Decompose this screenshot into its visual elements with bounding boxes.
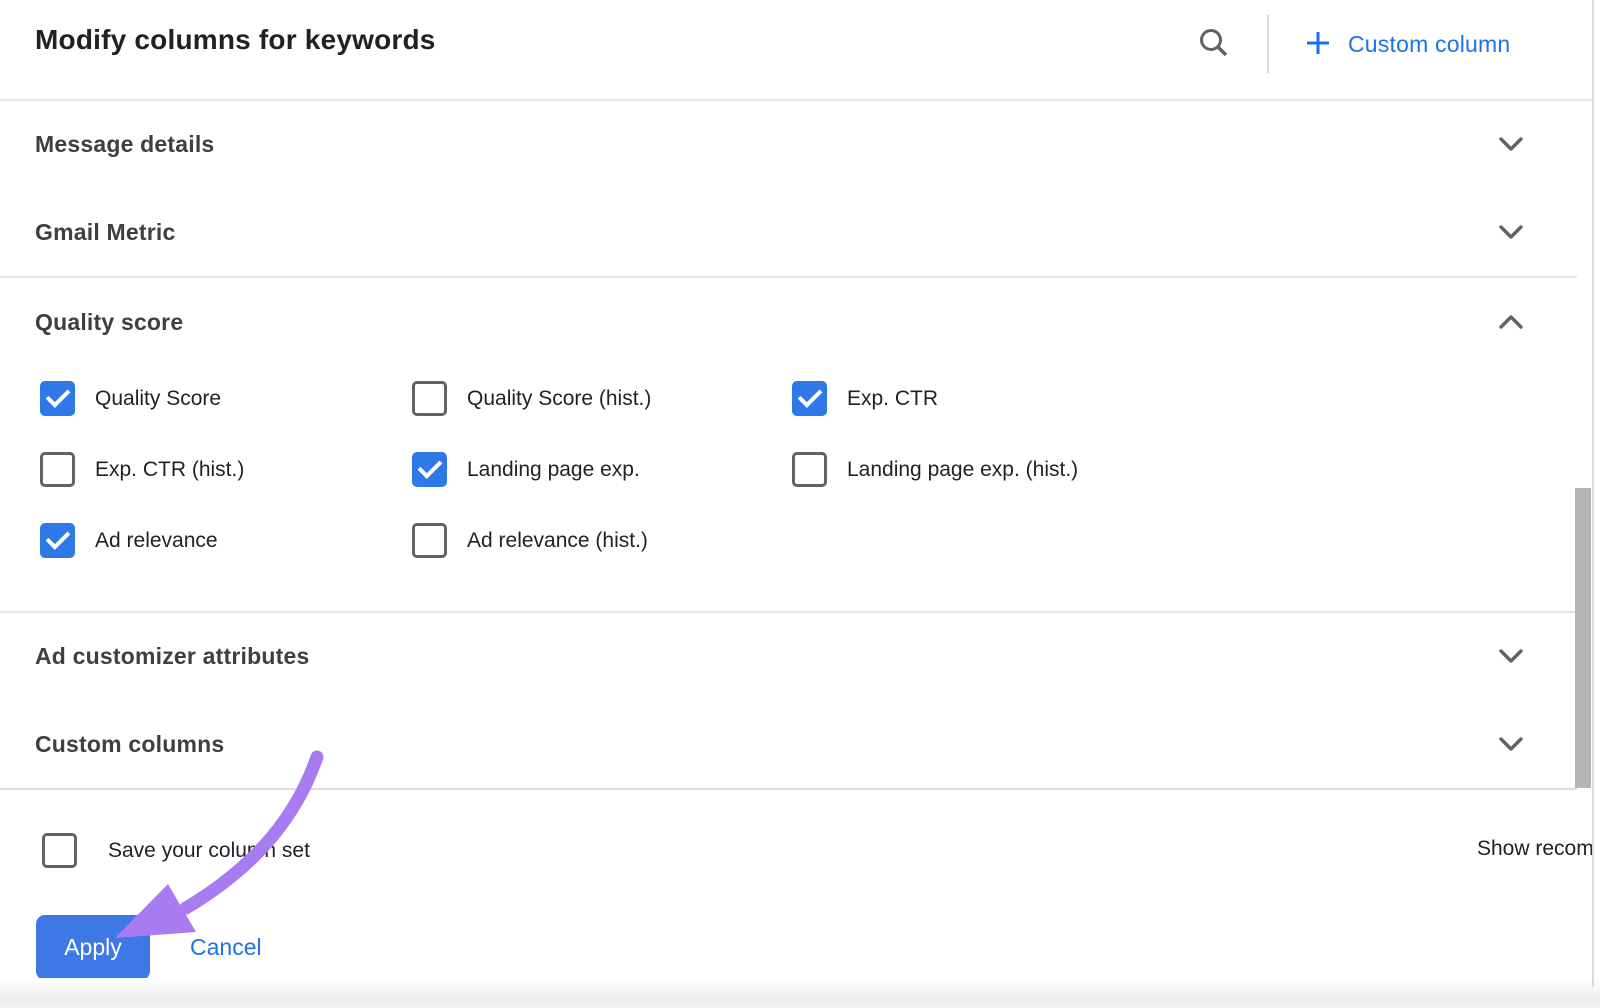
divider	[0, 788, 1577, 790]
checkbox-unchecked[interactable]	[412, 381, 447, 416]
checkbox-checked[interactable]	[40, 523, 75, 558]
custom-column-label: Custom column	[1348, 31, 1510, 58]
save-column-set-label: Save your column set	[108, 839, 310, 863]
custom-column-button[interactable]: Custom column	[1297, 24, 1516, 64]
quality-option[interactable]: Ad relevance (hist.)	[412, 505, 792, 576]
quality-option-label: Quality Score	[95, 387, 221, 411]
quality-option[interactable]: Exp. CTR (hist.)	[40, 434, 412, 505]
section-label: Quality score	[35, 309, 183, 336]
section-label: Gmail Metric	[35, 219, 175, 246]
quality-option[interactable]: Quality Score	[40, 363, 412, 434]
checkbox-unchecked[interactable]	[412, 523, 447, 558]
chevron-down-icon	[1495, 128, 1527, 160]
quality-option[interactable]: Exp. CTR	[792, 363, 1400, 434]
section-row-message-details[interactable]: Message details	[0, 100, 1593, 188]
apply-button[interactable]: Apply	[36, 915, 150, 980]
dialog-title: Modify columns for keywords	[35, 24, 436, 56]
section-row-ad-customizer-attributes[interactable]: Ad customizer attributes	[0, 612, 1593, 700]
quality-option[interactable]: Quality Score (hist.)	[412, 363, 792, 434]
dialog-right-border	[1592, 0, 1594, 987]
quality-option-label: Exp. CTR	[847, 387, 938, 411]
show-recommendations-label: Show recom	[1477, 837, 1594, 861]
search-icon	[1196, 25, 1232, 64]
save-column-set-row: Save your column set	[42, 833, 310, 868]
chevron-down-icon	[1495, 728, 1527, 760]
section-label: Ad customizer attributes	[35, 643, 309, 670]
quality-option-label: Quality Score (hist.)	[467, 387, 651, 411]
section-row-gmail-metric[interactable]: Gmail Metric	[0, 188, 1593, 276]
checkbox-unchecked[interactable]	[40, 452, 75, 487]
search-button[interactable]	[1194, 24, 1234, 64]
scrollbar-thumb[interactable]	[1575, 488, 1591, 788]
chevron-down-icon	[1495, 640, 1527, 672]
quality-option[interactable]: Landing page exp.	[412, 434, 792, 505]
quality-option[interactable]: Ad relevance	[40, 505, 412, 576]
chevron-down-icon	[1495, 216, 1527, 248]
section-label: Message details	[35, 131, 214, 158]
quality-option-label: Ad relevance (hist.)	[467, 529, 648, 553]
quality-score-options: Quality Score Quality Score (hist.) Exp. C…	[40, 363, 1400, 576]
section-label: Custom columns	[35, 731, 224, 758]
section-row-quality-score[interactable]: Quality score	[0, 277, 1593, 367]
page-background-strip	[0, 978, 1600, 1008]
quality-option-label: Exp. CTR (hist.)	[95, 458, 244, 482]
quality-option[interactable]: Landing page exp. (hist.)	[792, 434, 1400, 505]
quality-option-label: Landing page exp. (hist.)	[847, 458, 1078, 482]
cancel-button[interactable]: Cancel	[184, 933, 268, 962]
checkbox-unchecked[interactable]	[792, 452, 827, 487]
checkbox-checked[interactable]	[792, 381, 827, 416]
save-column-set-checkbox[interactable]	[42, 833, 77, 868]
modify-columns-dialog: Modify columns for keywords Custom colum…	[0, 0, 1600, 1008]
quality-option-label: Landing page exp.	[467, 458, 640, 482]
header-divider	[1267, 15, 1269, 73]
checkbox-checked[interactable]	[40, 381, 75, 416]
chevron-up-icon	[1495, 306, 1527, 338]
checkbox-checked[interactable]	[412, 452, 447, 487]
quality-option-label: Ad relevance	[95, 529, 218, 553]
plus-icon	[1303, 28, 1333, 61]
section-row-custom-columns[interactable]: Custom columns	[0, 700, 1593, 788]
